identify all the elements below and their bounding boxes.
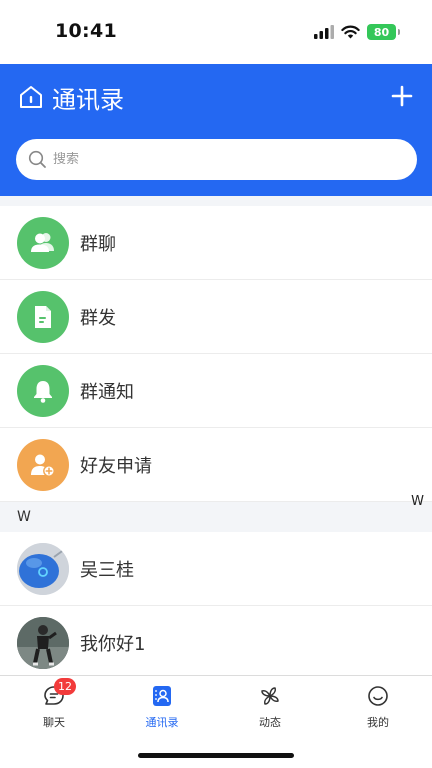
add-button[interactable] [390,84,414,108]
signal-icon [314,25,334,39]
smiley-icon [368,686,388,706]
tab-contacts[interactable]: 通讯录 [108,676,216,736]
search-box[interactable] [16,139,417,180]
home-icon[interactable] [18,84,44,110]
search-icon [28,150,46,168]
tab-me[interactable]: 我的 [324,676,432,736]
search-input[interactable] [53,152,383,167]
menu-item-friend-request[interactable]: 好友申请 [0,428,432,502]
contact-name: 吴三桂 [80,559,134,581]
unread-badge: 12 [54,678,76,695]
document-icon [17,291,69,343]
bell-icon [17,365,69,417]
add-friend-icon [17,439,69,491]
blue-mouse-avatar [17,543,69,595]
contact-row[interactable]: 吴三桂 [0,532,432,606]
tab-label: 我的 [367,716,389,729]
pinwheel-icon [261,687,279,705]
section-divider [0,196,432,206]
status-time: 10:41 [55,20,117,42]
tab-chat[interactable]: 12 聊天 [0,676,108,736]
battery-indicator: 80 [367,24,400,40]
menu-item-label: 群聊 [80,233,116,255]
section-header-w: W [0,502,432,532]
home-indicator [138,753,294,758]
tab-label: 动态 [259,716,281,729]
menu-item-label: 好友申请 [80,455,152,477]
menu-item-group-chat[interactable]: 群聊 [0,206,432,280]
contact-row[interactable]: 我你好1 [0,606,432,680]
status-bar: 10:41 80 [0,0,432,64]
person-photo-avatar [17,617,69,669]
battery-level: 80 [373,25,390,39]
index-letter-w[interactable]: W [411,494,424,509]
section-letter: W [17,509,31,525]
menu-item-group-send[interactable]: 群发 [0,280,432,354]
page-title: 通讯录 [52,86,124,114]
status-icons: 80 [314,22,400,42]
wifi-icon [341,25,360,39]
menu-item-group-notice[interactable]: 群通知 [0,354,432,428]
tab-label: 通讯录 [145,716,179,729]
contacts-icon [153,686,171,706]
tab-label: 聊天 [43,716,65,729]
menu-item-label: 群通知 [80,381,134,403]
contact-name: 我你好1 [80,633,146,655]
group-chat-icon [17,217,69,269]
tab-moments[interactable]: 动态 [216,676,324,736]
menu-item-label: 群发 [80,307,116,329]
